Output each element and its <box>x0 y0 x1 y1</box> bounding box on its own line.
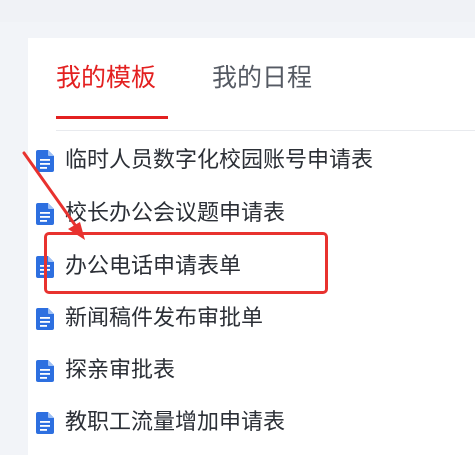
document-icon <box>36 360 54 382</box>
template-item-label: 校长办公会议题申请表 <box>65 201 286 226</box>
document-icon <box>36 256 54 278</box>
document-icon <box>36 203 54 225</box>
active-tab-indicator <box>56 116 168 119</box>
template-item-label: 新闻稿件发布审批单 <box>65 306 264 331</box>
template-item-label: 探亲审批表 <box>65 358 176 383</box>
document-icon <box>36 412 54 434</box>
template-item[interactable]: 教职工流量增加申请表 <box>36 403 436 443</box>
document-icon <box>36 308 54 330</box>
page: 我的模板 我的日程 临时人员数字化校园账号申请表 校长办公会议题申请表 办公电话… <box>0 0 475 455</box>
template-item[interactable]: 临时人员数字化校园账号申请表 <box>36 141 436 181</box>
template-item[interactable]: 探亲审批表 <box>36 351 436 391</box>
template-item-label: 教职工流量增加申请表 <box>65 410 286 435</box>
tab-my-templates[interactable]: 我的模板 <box>56 62 156 94</box>
template-item-label: 办公电话申请表单 <box>65 254 242 279</box>
tab-my-schedule[interactable]: 我的日程 <box>212 62 312 94</box>
divider <box>56 130 475 131</box>
document-icon <box>36 150 54 172</box>
tab-bar: 我的模板 我的日程 <box>56 38 475 120</box>
template-item[interactable]: 办公电话申请表单 <box>36 247 436 287</box>
template-item[interactable]: 校长办公会议题申请表 <box>36 194 436 234</box>
template-item-label: 临时人员数字化校园账号申请表 <box>65 148 374 173</box>
template-item[interactable]: 新闻稿件发布审批单 <box>36 299 436 339</box>
top-strip <box>0 0 475 22</box>
